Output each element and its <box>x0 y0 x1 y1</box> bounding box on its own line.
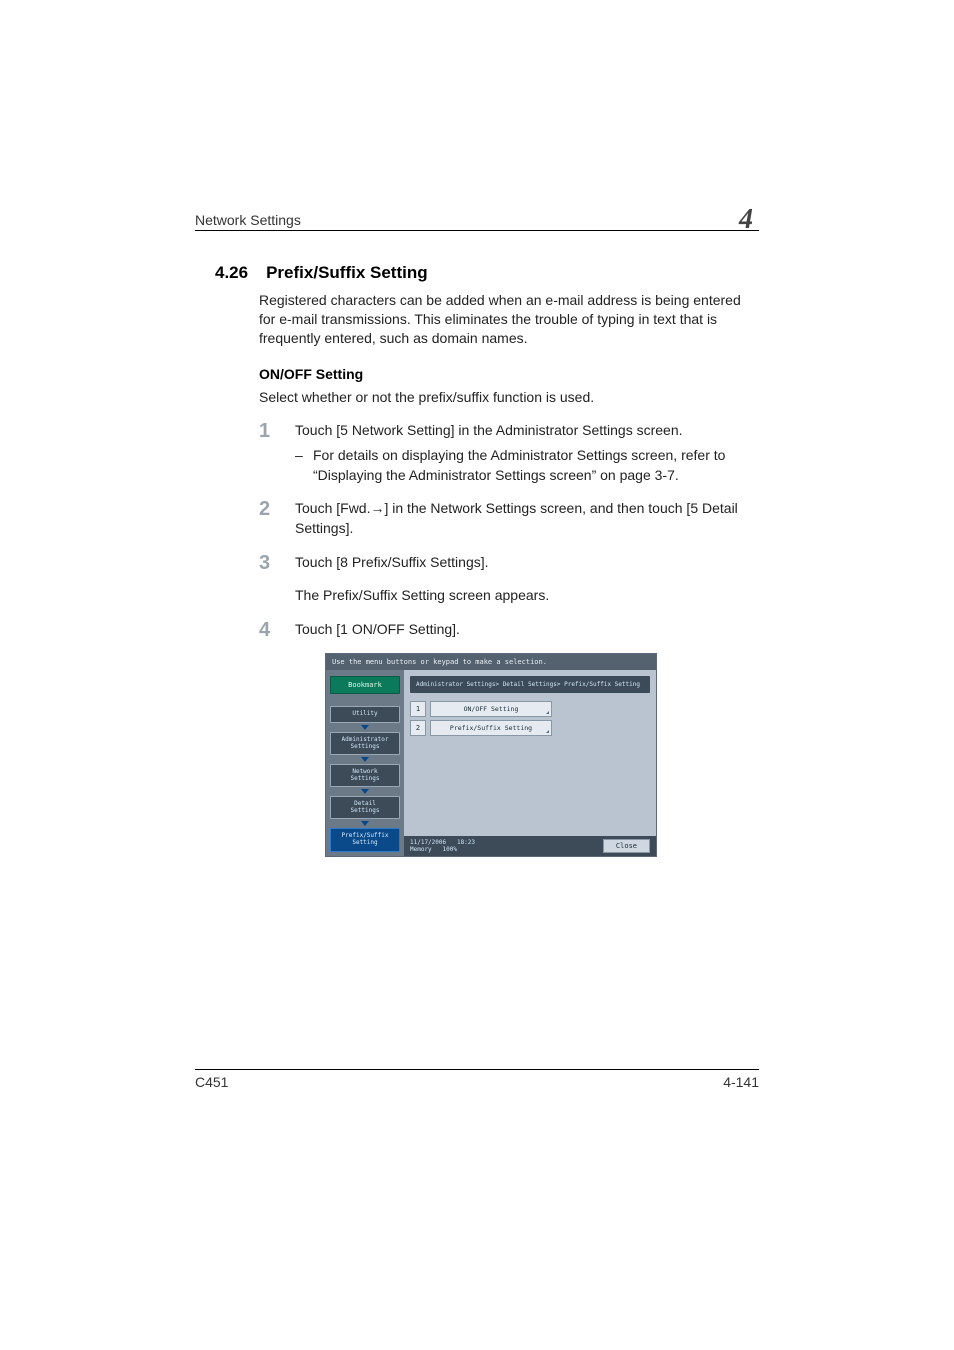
footer-model: C451 <box>195 1074 228 1090</box>
chevron-down-icon <box>361 821 369 826</box>
crumb-prefix-suffix[interactable]: Prefix/SuffixSetting <box>330 828 400 851</box>
footer-memory-value: 100% <box>443 846 457 853</box>
section-title: Prefix/Suffix Setting <box>266 263 428 283</box>
subsection-desc: Select whether or not the prefix/suffix … <box>259 388 759 407</box>
panel-main: Administrator Settings> Detail Settings>… <box>404 670 656 855</box>
chevron-down-icon <box>361 725 369 730</box>
menu-row-2: 2 Prefix/Suffix Setting <box>410 720 650 736</box>
crumb-utility[interactable]: Utility <box>330 706 400 723</box>
step-text: Touch [1 ON/OFF Setting]. <box>295 621 460 637</box>
crumb-admin-settings[interactable]: AdministratorSettings <box>330 732 400 755</box>
crumb-detail-settings[interactable]: DetailSettings <box>330 796 400 819</box>
bookmark-button[interactable]: Bookmark <box>330 676 400 694</box>
prefix-suffix-setting-button[interactable]: Prefix/Suffix Setting <box>430 720 552 736</box>
step-1: 1 Touch [5 Network Setting] in the Admin… <box>259 421 759 486</box>
step-text: Touch [8 Prefix/Suffix Settings]. <box>295 554 489 570</box>
crumb-network-settings[interactable]: NetworkSettings <box>330 764 400 787</box>
menu-index-2: 2 <box>410 720 426 736</box>
menu-index-1: 1 <box>410 701 426 717</box>
header-section-name: Network Settings <box>195 212 301 228</box>
menu-row-1: 1 ON/OFF Setting <box>410 701 650 717</box>
menu-area: 1 ON/OFF Setting 2 Prefix/Suffix Setting <box>404 699 656 835</box>
panel-footer: 11/17/2006 18:23 Memory 100% Close <box>404 836 656 856</box>
procedure-steps: 1 Touch [5 Network Setting] in the Admin… <box>259 421 759 573</box>
onoff-setting-button[interactable]: ON/OFF Setting <box>430 701 552 717</box>
chevron-down-icon <box>361 757 369 762</box>
step-number: 1 <box>259 417 270 445</box>
right-arrow-icon: → <box>370 500 384 516</box>
section-heading: 4.26 Prefix/Suffix Setting <box>195 263 759 283</box>
panel-sidebar: Bookmark Utility AdministratorSettings N… <box>326 670 404 855</box>
embedded-screenshot: Use the menu buttons or keypad to make a… <box>325 653 655 856</box>
step-4: 4 Touch [1 ON/OFF Setting]. <box>259 620 759 640</box>
step-number: 2 <box>259 495 270 523</box>
footer-time: 18:23 <box>457 839 475 846</box>
footer-page: 4-141 <box>723 1074 759 1090</box>
page-footer: C451 4-141 <box>195 1069 759 1090</box>
step-2: 2 Touch [Fwd.→] in the Network Settings … <box>259 499 759 538</box>
page-header: Network Settings 4 <box>195 200 759 231</box>
step-number: 4 <box>259 616 270 644</box>
printer-panel: Use the menu buttons or keypad to make a… <box>325 653 657 856</box>
step-3: 3 Touch [8 Prefix/Suffix Settings]. <box>259 553 759 573</box>
chevron-down-icon <box>361 789 369 794</box>
close-button[interactable]: Close <box>603 839 650 853</box>
footer-memory-label: Memory <box>410 846 432 853</box>
header-chapter-number: 4 <box>733 206 759 234</box>
footer-status: 11/17/2006 18:23 Memory 100% <box>410 839 475 853</box>
subsection-title: ON/OFF Setting <box>259 366 759 382</box>
step-subnote: For details on displaying the Administra… <box>295 446 759 485</box>
section-number: 4.26 <box>215 263 248 283</box>
step-text: Touch [5 Network Setting] in the Adminis… <box>295 422 683 438</box>
step-number: 3 <box>259 549 270 577</box>
procedure-steps-cont: 4 Touch [1 ON/OFF Setting]. <box>259 620 759 640</box>
step-3-result: The Prefix/Suffix Setting screen appears… <box>295 586 759 606</box>
footer-date: 11/17/2006 <box>410 839 446 846</box>
panel-hint: Use the menu buttons or keypad to make a… <box>326 654 656 670</box>
section-intro: Registered characters can be added when … <box>259 291 759 348</box>
breadcrumb-bar: Administrator Settings> Detail Settings>… <box>410 676 650 693</box>
step-text-part-a: Touch [Fwd. <box>295 500 370 516</box>
